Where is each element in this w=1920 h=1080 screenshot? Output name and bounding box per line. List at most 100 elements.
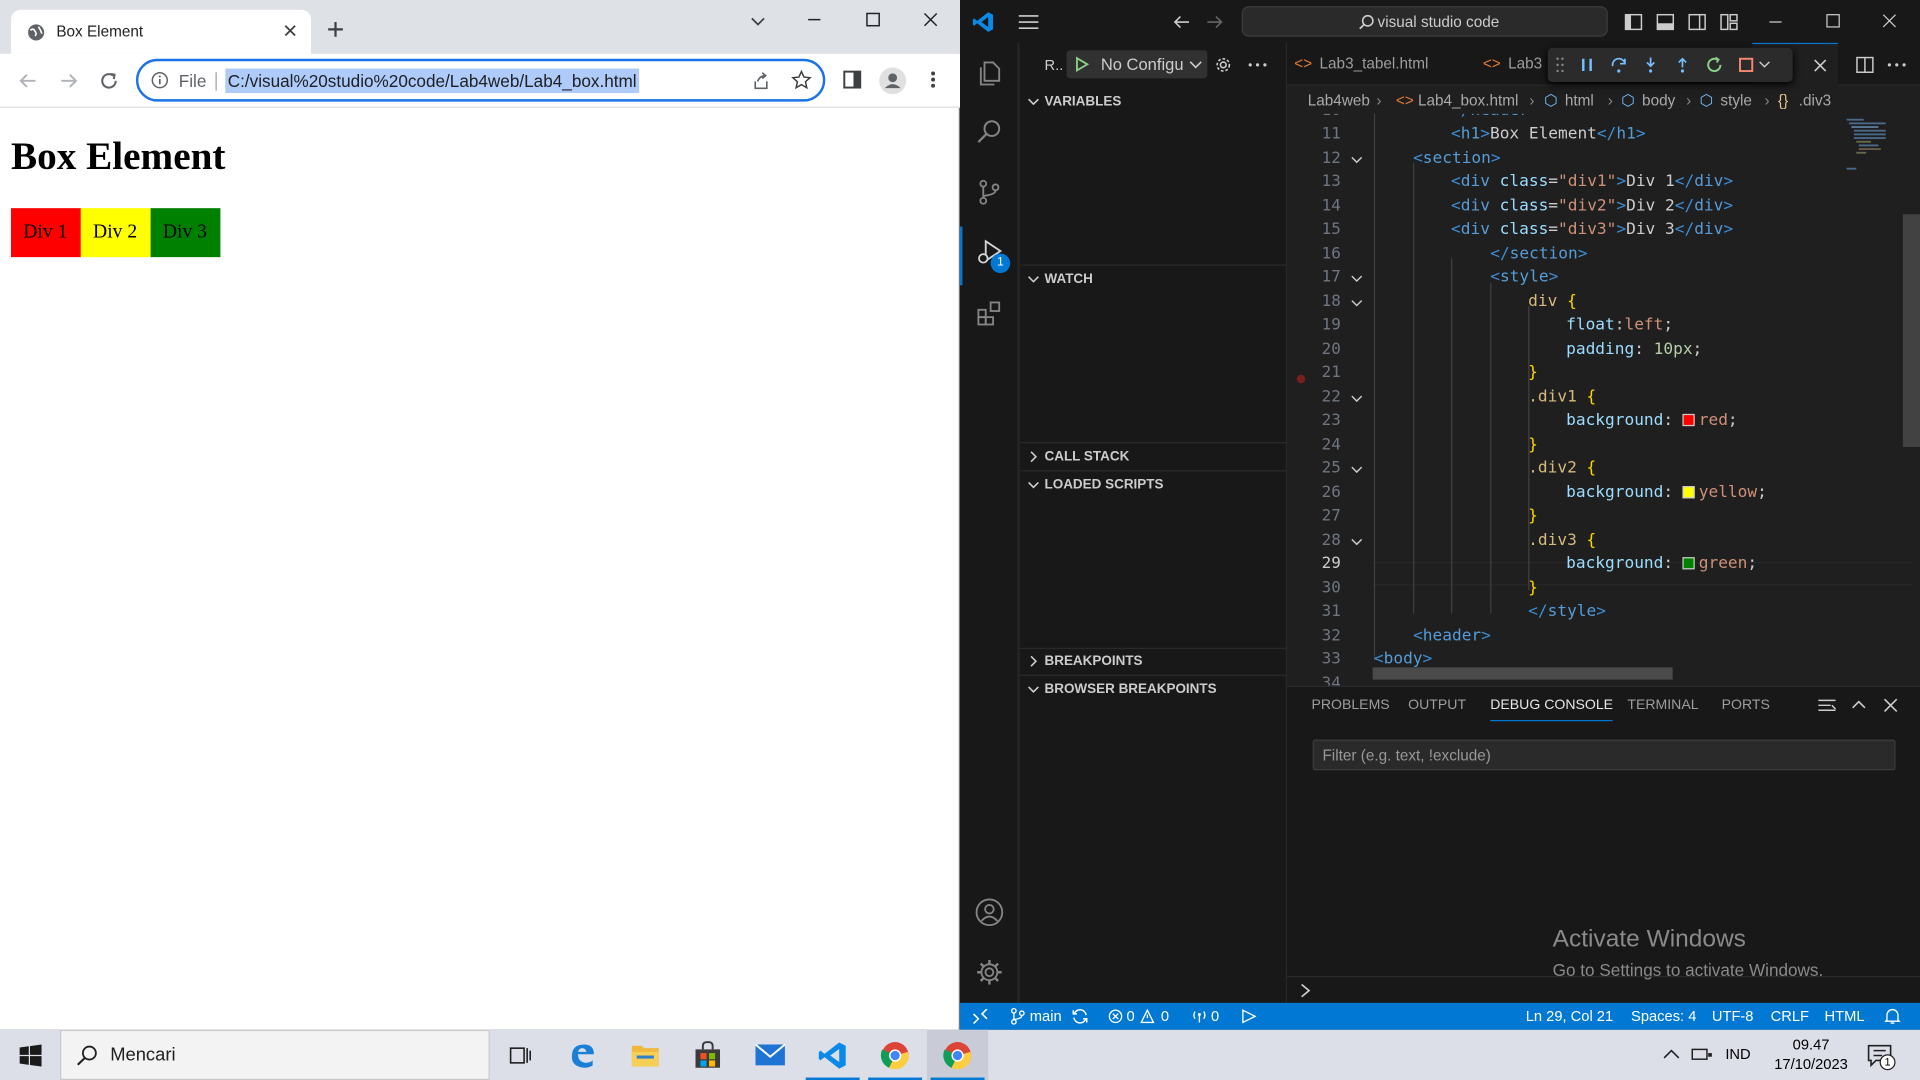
panel-tab-ports[interactable]: PORTS <box>1722 698 1770 713</box>
nav-forward-icon[interactable] <box>1205 12 1225 32</box>
more-menu-icon[interactable] <box>924 70 941 90</box>
accounts-icon[interactable] <box>975 898 1004 927</box>
step-out-icon[interactable] <box>1674 56 1691 73</box>
fold-chevron-icon[interactable] <box>1351 538 1363 548</box>
input-language[interactable]: IND <box>1725 1046 1750 1063</box>
taskbar-mail[interactable] <box>740 1030 801 1080</box>
status-language[interactable]: HTML <box>1825 1003 1865 1030</box>
taskbar-vscode[interactable] <box>802 1030 863 1080</box>
nav-back-icon[interactable] <box>1172 12 1192 32</box>
taskbar-edge[interactable] <box>552 1030 613 1080</box>
back-icon[interactable] <box>17 70 39 92</box>
color-swatch[interactable] <box>1682 557 1696 570</box>
task-view-button[interactable] <box>490 1030 551 1080</box>
tab-lab3[interactable]: <> Lab3 <box>1483 43 1556 86</box>
code-editor[interactable]: 10 11 12 13 14 15 16 17 18 19 20 21 22 2… <box>1287 113 1920 686</box>
side-panel-icon[interactable] <box>842 70 862 90</box>
color-swatch[interactable] <box>1682 486 1696 499</box>
section-variables[interactable]: VARIABLES <box>1020 88 1287 115</box>
breadcrumb-folder[interactable]: Lab4web <box>1308 87 1370 114</box>
debug-console-filter[interactable]: Filter (e.g. text, !exclude) <box>1312 739 1896 771</box>
chevron-down-icon[interactable] <box>1758 60 1770 70</box>
status-errors[interactable]: 0 <box>1127 1003 1135 1030</box>
taskbar-file-explorer[interactable] <box>615 1030 676 1080</box>
status-eol[interactable]: CRLF <box>1771 1003 1809 1030</box>
status-ports[interactable]: 0 <box>1211 1003 1219 1030</box>
breadcrumb-file[interactable]: Lab4_box.html <box>1418 87 1518 114</box>
stop-icon[interactable] <box>1738 56 1755 73</box>
explorer-icon[interactable] <box>975 59 1004 88</box>
browser-tab[interactable]: Box Element <box>11 9 312 54</box>
maximize-panel-icon[interactable] <box>1851 699 1866 711</box>
status-indentation[interactable]: Spaces: 4 <box>1631 1003 1696 1030</box>
fold-chevron-icon[interactable] <box>1351 156 1363 166</box>
close-tab-icon[interactable] <box>283 23 298 38</box>
panel-tab-output[interactable]: OUTPUT <box>1408 698 1466 713</box>
clock[interactable]: 09.47 17/10/2023 <box>1768 1035 1854 1074</box>
fold-chevron-icon[interactable] <box>1351 274 1363 284</box>
profile-avatar-icon[interactable] <box>878 66 907 95</box>
search-view-icon[interactable] <box>975 118 1004 147</box>
toggle-panel-icon[interactable] <box>1656 12 1676 32</box>
forward-icon[interactable] <box>58 70 80 92</box>
vscode-minimize-icon[interactable] <box>1768 15 1783 30</box>
vscode-maximize-icon[interactable] <box>1826 13 1841 28</box>
section-loaded-scripts[interactable]: LOADED SCRIPTS <box>1020 471 1287 498</box>
tab-search-chevron-icon[interactable] <box>749 12 766 29</box>
close-window-icon[interactable] <box>922 11 939 28</box>
split-editor-icon[interactable] <box>1855 55 1875 75</box>
action-center-button[interactable]: 1 <box>1866 1042 1896 1071</box>
panel-tab-debug-console[interactable]: DEBUG CONSOLE <box>1490 698 1614 722</box>
sync-icon[interactable] <box>1071 1008 1088 1025</box>
taskbar-chrome[interactable] <box>864 1030 925 1080</box>
panel-tab-terminal[interactable]: TERMINAL <box>1627 698 1698 713</box>
vscode-close-icon[interactable] <box>1882 13 1897 28</box>
close-panel-icon[interactable] <box>1883 698 1898 713</box>
more-actions-icon[interactable] <box>1248 62 1268 67</box>
restart-icon[interactable] <box>1706 56 1723 73</box>
breadcrumb-html[interactable]: html <box>1565 87 1594 114</box>
notifications-bell-icon[interactable] <box>1884 1008 1901 1025</box>
status-encoding[interactable]: UTF-8 <box>1712 1003 1754 1030</box>
clear-console-icon[interactable] <box>1817 698 1837 715</box>
start-debugging-icon[interactable] <box>1074 56 1090 73</box>
vertical-scrollbar[interactable] <box>1902 214 1920 447</box>
maximize-icon[interactable] <box>864 11 881 28</box>
url-text[interactable]: C:/visual%20studio%20code/Lab4web/Lab4_b… <box>225 68 640 94</box>
new-tab-icon[interactable] <box>327 21 344 38</box>
windows-start-icon[interactable] <box>19 1044 42 1067</box>
fold-chevron-icon[interactable] <box>1351 394 1363 404</box>
share-icon[interactable] <box>751 71 772 92</box>
settings-gear-icon[interactable] <box>975 958 1004 987</box>
address-bar[interactable]: File C:/visual%20studio%20code/Lab4web/L… <box>135 58 826 102</box>
close-tab-icon[interactable] <box>1813 59 1827 72</box>
step-into-icon[interactable] <box>1642 56 1659 73</box>
hamburger-menu-icon[interactable] <box>1018 13 1040 30</box>
site-info-icon[interactable] <box>151 71 169 89</box>
toggle-primary-sidebar-icon[interactable] <box>1624 12 1644 32</box>
step-over-icon[interactable] <box>1610 56 1627 73</box>
extensions-icon[interactable] <box>975 299 1004 328</box>
breadcrumb-style[interactable]: style <box>1720 87 1751 114</box>
remote-indicator-icon[interactable] <box>972 1008 988 1024</box>
section-breakpoints[interactable]: BREAKPOINTS <box>1020 648 1287 675</box>
fold-chevron-icon[interactable] <box>1351 299 1363 309</box>
color-swatch[interactable] <box>1682 413 1696 427</box>
taskbar-search-box[interactable]: Mencari <box>60 1029 490 1080</box>
reload-icon[interactable] <box>98 70 120 92</box>
pause-icon[interactable] <box>1578 56 1595 73</box>
status-branch[interactable]: main <box>1030 1003 1062 1030</box>
drag-handle-icon[interactable] <box>1555 56 1565 73</box>
debug-session-icon[interactable] <box>1239 1009 1257 1024</box>
fold-chevron-icon[interactable] <box>1351 465 1363 475</box>
section-call-stack[interactable]: CALL STACK <box>1020 443 1287 470</box>
debug-settings-gear-icon[interactable] <box>1213 55 1233 75</box>
tab-lab3-tabel[interactable]: <> Lab3_tabel.html <box>1294 43 1478 86</box>
horizontal-scrollbar[interactable] <box>1372 667 1673 680</box>
toggle-secondary-sidebar-icon[interactable] <box>1687 12 1707 32</box>
customize-layout-icon[interactable] <box>1719 12 1739 32</box>
breadcrumb-body[interactable]: body <box>1642 87 1675 114</box>
source-control-icon[interactable] <box>975 178 1004 207</box>
status-cursor-position[interactable]: Ln 29, Col 21 <box>1526 1003 1613 1030</box>
minimize-icon[interactable] <box>806 11 823 28</box>
